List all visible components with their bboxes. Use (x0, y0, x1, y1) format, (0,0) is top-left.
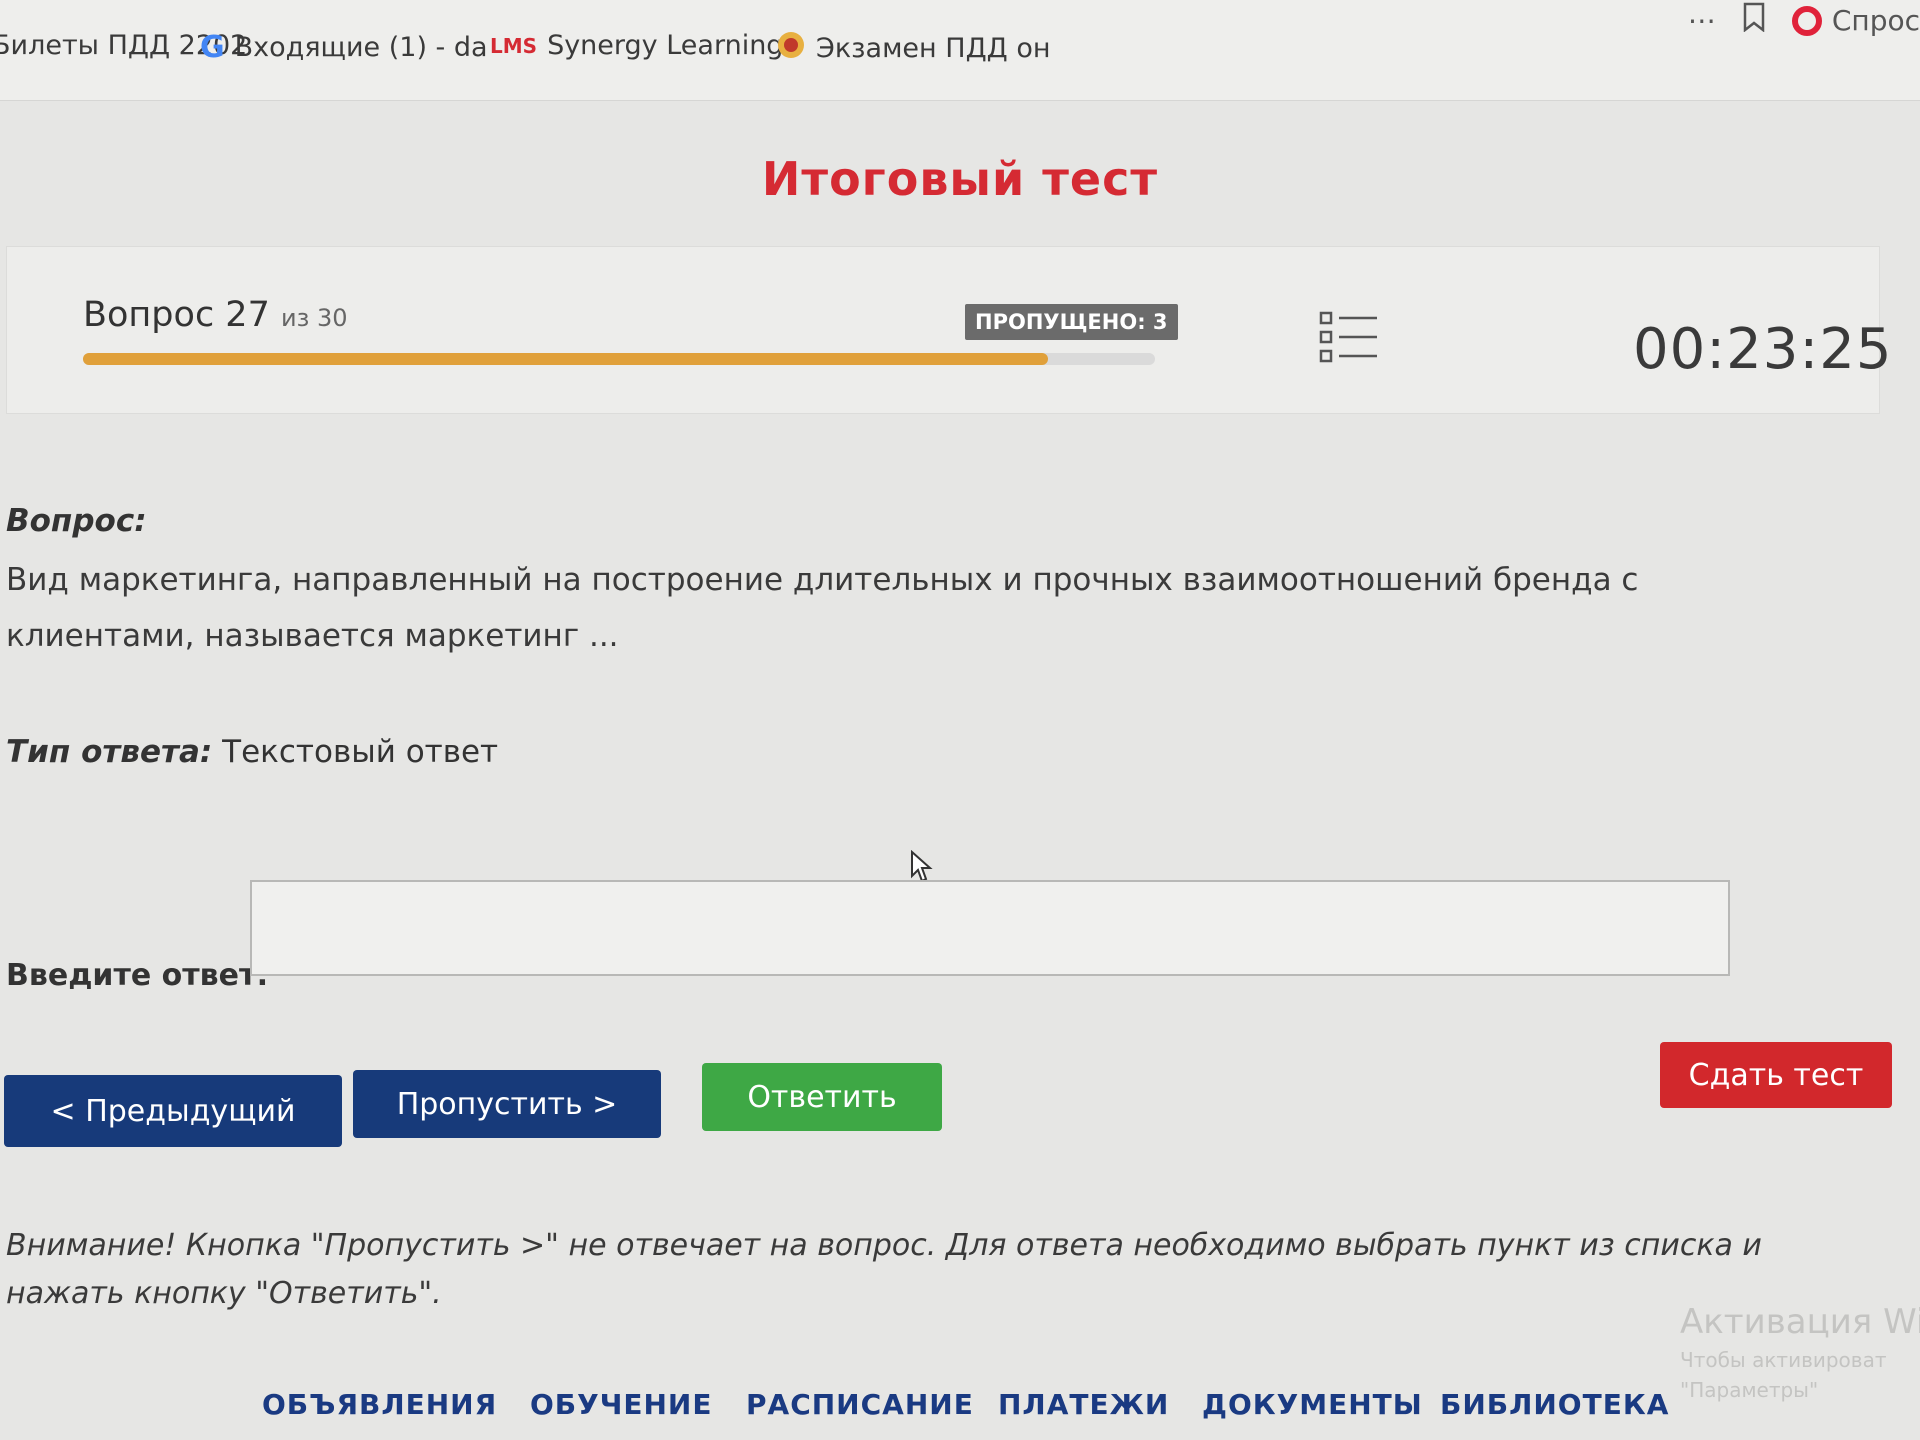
answer-type-label: Тип ответа: (6, 734, 213, 770)
emblem-icon (776, 30, 806, 67)
question-text: Вид маркетинга, направленный на построен… (6, 562, 1639, 654)
skip-button[interactable]: Пропустить > (353, 1070, 661, 1138)
question-label: Вопрос: (6, 503, 147, 539)
more-icon[interactable]: ⋯ (1688, 4, 1716, 37)
nav-payments[interactable]: ПЛАТЕЖИ (998, 1388, 1169, 1421)
assistant-icon (1791, 5, 1822, 36)
page-title: Итоговый тест (761, 152, 1159, 206)
bookmark-label: Входящие (1) - da (234, 32, 488, 63)
nav-schedule[interactable]: РАСПИСАНИЕ (746, 1388, 974, 1421)
nav-library[interactable]: БИБЛИОТЕКА (1440, 1388, 1669, 1421)
lms-logo-icon: LMS (490, 33, 538, 58)
nav-announcements[interactable]: ОБЪЯВЛЕНИЯ (262, 1388, 497, 1421)
previous-button[interactable]: < Предыдущий (4, 1075, 342, 1147)
question-counter: Вопрос 27 из 30 (83, 295, 348, 335)
answer-type: Тип ответа: Текстовый ответ (6, 734, 498, 770)
timer: 00:23:25 (1633, 317, 1893, 382)
assistant-label: Спрос (1831, 4, 1920, 37)
mouse-cursor-icon (911, 850, 933, 883)
skip-notice: Внимание! Кнопка "Пропустить >" не отвеч… (6, 1228, 1762, 1311)
bookmark-label: Экзамен ПДД он (816, 33, 1051, 64)
question-list-icon[interactable] (1319, 309, 1379, 365)
nav-documents[interactable]: ДОКУМЕНТЫ (1202, 1388, 1423, 1421)
submit-test-button[interactable]: Сдать тест (1660, 1042, 1892, 1108)
bookmarks-bar: Билеты ПДД 2202 G Входящие (1) - da LMS … (0, 0, 1920, 101)
google-g-icon: G (200, 30, 225, 65)
watermark-line-1: Чтобы активироват (1680, 1348, 1887, 1372)
answer-button[interactable]: Ответить (702, 1063, 942, 1131)
nav-learning[interactable]: ОБУЧЕНИЕ (530, 1388, 712, 1421)
question-number: Вопрос 27 (83, 295, 270, 335)
bottom-nav: ОБЪЯВЛЕНИЯ ОБУЧЕНИЕ РАСПИСАНИЕ ПЛАТЕЖИ Д… (0, 1370, 1920, 1440)
progress-fill (83, 353, 1048, 365)
bookmark-synergy-learning[interactable]: LMS Synergy Learning (490, 30, 783, 61)
status-panel: Вопрос 27 из 30 ПРОПУЩЕНО: 3 00:23:25 (6, 246, 1892, 414)
progress-bar (83, 353, 1155, 365)
answer-input[interactable] (250, 880, 1730, 976)
bookmark-inbox[interactable]: G Входящие (1) - da (200, 30, 488, 65)
answer-label: Введите ответ: (6, 958, 269, 993)
bookmark-pdd-exam[interactable]: Экзамен ПДД он (776, 30, 1051, 67)
question-total: из 30 (280, 304, 348, 332)
bookmark-label: Synergy Learning (547, 30, 784, 61)
answer-type-value: Текстовый ответ (222, 734, 499, 770)
skipped-badge: ПРОПУЩЕНО: 3 (965, 304, 1178, 340)
bookmark-icon[interactable] (1742, 2, 1766, 39)
assistant-button[interactable]: Спрос (1791, 4, 1920, 37)
watermark-title: Активация Wi (1680, 1302, 1920, 1342)
browser-toolbar-right: ⋯ Спрос (1688, 2, 1920, 39)
